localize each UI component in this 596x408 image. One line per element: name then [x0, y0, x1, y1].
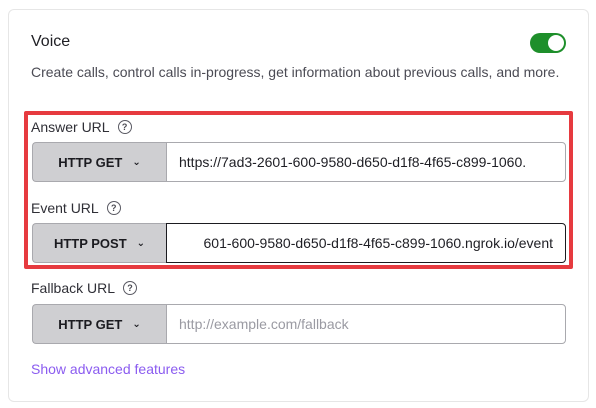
event-method-dropdown[interactable]: HTTP POST ⌄ [32, 223, 166, 263]
fallback-method-dropdown[interactable]: HTTP GET ⌄ [32, 304, 166, 344]
voice-description: Create calls, control calls in-progress,… [31, 64, 560, 80]
event-method-label: HTTP POST [53, 235, 127, 251]
fallback-url-label: Fallback URL ? [31, 280, 138, 296]
answer-method-dropdown[interactable]: HTTP GET ⌄ [32, 142, 166, 182]
answer-url-label-text: Answer URL [31, 119, 110, 135]
fallback-url-row: HTTP GET ⌄ http://example.com/fallback [32, 304, 566, 344]
question-circle-icon[interactable]: ? [106, 201, 121, 215]
answer-url-input[interactable]: https://7ad3-2601-600-9580-d650-d1f8-4f6… [166, 142, 566, 182]
show-advanced-features-link[interactable]: Show advanced features [31, 361, 185, 377]
voice-toggle[interactable] [530, 33, 566, 53]
event-url-row: HTTP POST ⌄ 601-600-9580-d650-d1f8-4f65-… [32, 223, 566, 263]
question-circle-icon[interactable]: ? [123, 281, 138, 295]
event-url-label-text: Event URL [31, 200, 99, 216]
chevron-down-icon: ⌄ [132, 156, 141, 168]
answer-method-label: HTTP GET [58, 154, 123, 170]
answer-url-row: HTTP GET ⌄ https://7ad3-2601-600-9580-d6… [32, 142, 566, 182]
fallback-method-label: HTTP GET [58, 316, 123, 332]
event-url-input[interactable]: 601-600-9580-d650-d1f8-4f65-c899-1060.ng… [166, 223, 566, 263]
voice-title: Voice [31, 33, 71, 50]
fallback-url-label-text: Fallback URL [31, 280, 116, 296]
event-url-label: Event URL ? [31, 200, 121, 216]
answer-url-label: Answer URL ? [31, 119, 132, 135]
question-circle-icon[interactable]: ? [117, 120, 132, 134]
toggle-knob [548, 35, 564, 51]
fallback-url-input[interactable]: http://example.com/fallback [166, 304, 566, 344]
chevron-down-icon: ⌄ [136, 237, 146, 249]
chevron-down-icon: ⌄ [132, 318, 141, 330]
